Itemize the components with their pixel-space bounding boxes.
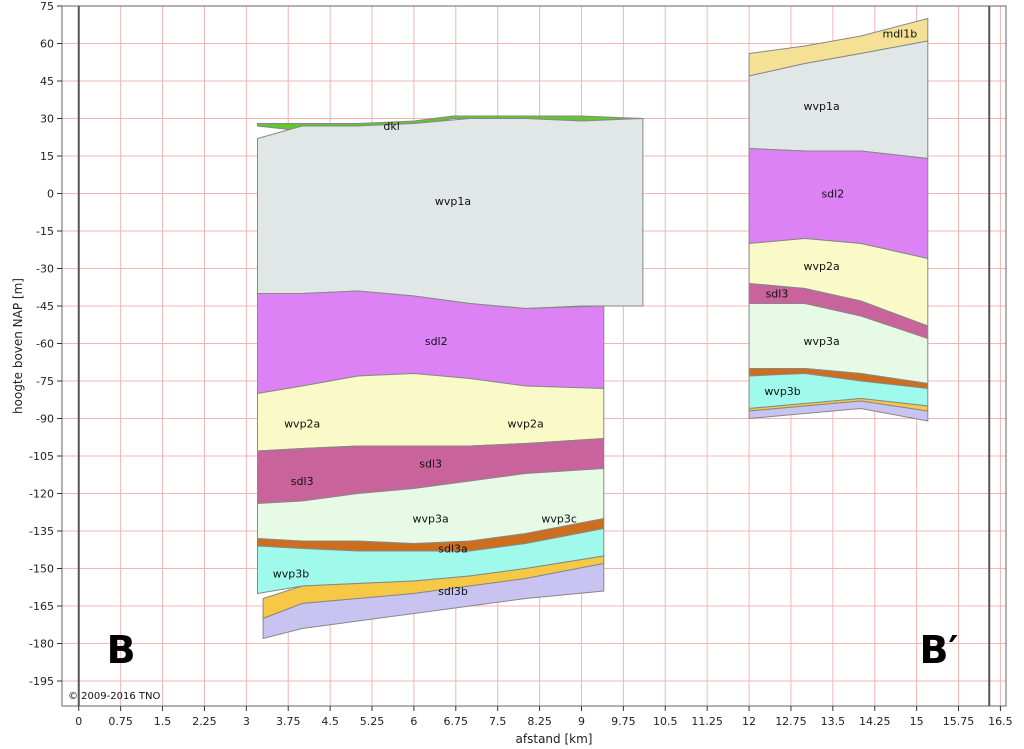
layer-label: wvp3c <box>541 513 577 526</box>
y-tick-label: -120 <box>29 488 54 501</box>
y-tick-label: 15 <box>40 150 54 163</box>
layer-label: sdl2 <box>821 188 844 201</box>
x-tick-label: 13.5 <box>821 715 846 728</box>
section-end-label: B′ <box>919 628 958 672</box>
layer-label: wvp3a <box>413 513 449 526</box>
y-tick-label: -150 <box>29 563 54 576</box>
x-tick-label: 5.25 <box>360 715 385 728</box>
y-tick-label: -45 <box>36 300 54 313</box>
x-tick-label: 11.25 <box>691 715 723 728</box>
layer-label: sdl3 <box>766 288 789 301</box>
layer-label: mdl1b <box>882 28 917 41</box>
layer-label: wvp2a <box>508 418 544 431</box>
x-axis-title: afstand [km] <box>516 732 593 746</box>
y-axis-title: hoogte boven NAP [m] <box>11 278 25 414</box>
layer-label: sdl3a <box>438 543 468 556</box>
layer-label: wvp2a <box>284 418 320 431</box>
y-tick-label: 45 <box>40 75 54 88</box>
layer-label: sdl2 <box>425 335 448 348</box>
x-tick-label: 10.5 <box>653 715 678 728</box>
layer-label: wvp1a <box>435 195 471 208</box>
y-tick-label: -30 <box>36 263 54 276</box>
y-tick-label: 75 <box>40 0 54 13</box>
y-tick-label: -60 <box>36 338 54 351</box>
x-tick-label: 14.25 <box>859 715 891 728</box>
x-tick-label: 9.75 <box>611 715 636 728</box>
y-tick-label: -15 <box>36 225 54 238</box>
layer-label: wvp2a <box>804 260 840 273</box>
section-start-label: B <box>107 628 136 672</box>
layer-label: sdl3b <box>438 585 468 598</box>
layer-label: wvp3b <box>764 385 800 398</box>
layer-label: wvp3b <box>273 568 309 581</box>
x-tick-label: 15 <box>910 715 924 728</box>
y-tick-label: -90 <box>36 413 54 426</box>
x-tick-label: 16.5 <box>988 715 1013 728</box>
y-tick-label: 0 <box>47 188 54 201</box>
x-tick-label: 0.75 <box>108 715 133 728</box>
x-tick-label: 15.75 <box>943 715 975 728</box>
layer-label: dkl <box>383 120 399 133</box>
copyright-text: © 2009-2016 TNO <box>68 691 160 702</box>
x-tick-label: 6.75 <box>444 715 469 728</box>
y-tick-label: -195 <box>29 675 54 688</box>
x-tick-label: 9 <box>578 715 585 728</box>
y-tick-label: -135 <box>29 525 54 538</box>
chart-container: 0 0.75 1.5 2.25 3 3.75 4.5 5.25 6 6.75 7.5 8.25 9 9.7… <box>0 0 1024 749</box>
x-tick-label: 4.5 <box>321 715 339 728</box>
y-tick-label: -180 <box>29 638 54 651</box>
y-tick-label: -75 <box>36 375 54 388</box>
y-tick-label: 60 <box>40 38 54 51</box>
x-tick-label: 12.75 <box>775 715 807 728</box>
x-tick-label: 0 <box>75 715 82 728</box>
cross-section-chart: 0 0.75 1.5 2.25 3 3.75 4.5 5.25 6 6.75 7.5 8.25 9 9.7… <box>11 0 1013 746</box>
x-tick-label: 12 <box>742 715 756 728</box>
layer-label: sdl3 <box>291 475 314 488</box>
y-tick-label: -105 <box>29 450 54 463</box>
y-tick-label: -165 <box>29 600 54 613</box>
section-panel-2 <box>748 17 929 422</box>
x-tick-label: 2.25 <box>192 715 217 728</box>
x-tick-label: 8.25 <box>527 715 552 728</box>
layer-label: sdl3 <box>419 458 442 471</box>
x-tick-label: 3.75 <box>276 715 301 728</box>
layer-label: wvp1a <box>804 100 840 113</box>
y-tick-label: 30 <box>40 113 54 126</box>
layer-label: wvp3a <box>804 335 840 348</box>
x-tick-label: 3 <box>243 715 250 728</box>
x-tick-label: 1.5 <box>154 715 172 728</box>
x-tick-label: 6 <box>410 715 417 728</box>
x-tick-label: 7.5 <box>489 715 507 728</box>
wvp1a-layer <box>257 117 644 310</box>
